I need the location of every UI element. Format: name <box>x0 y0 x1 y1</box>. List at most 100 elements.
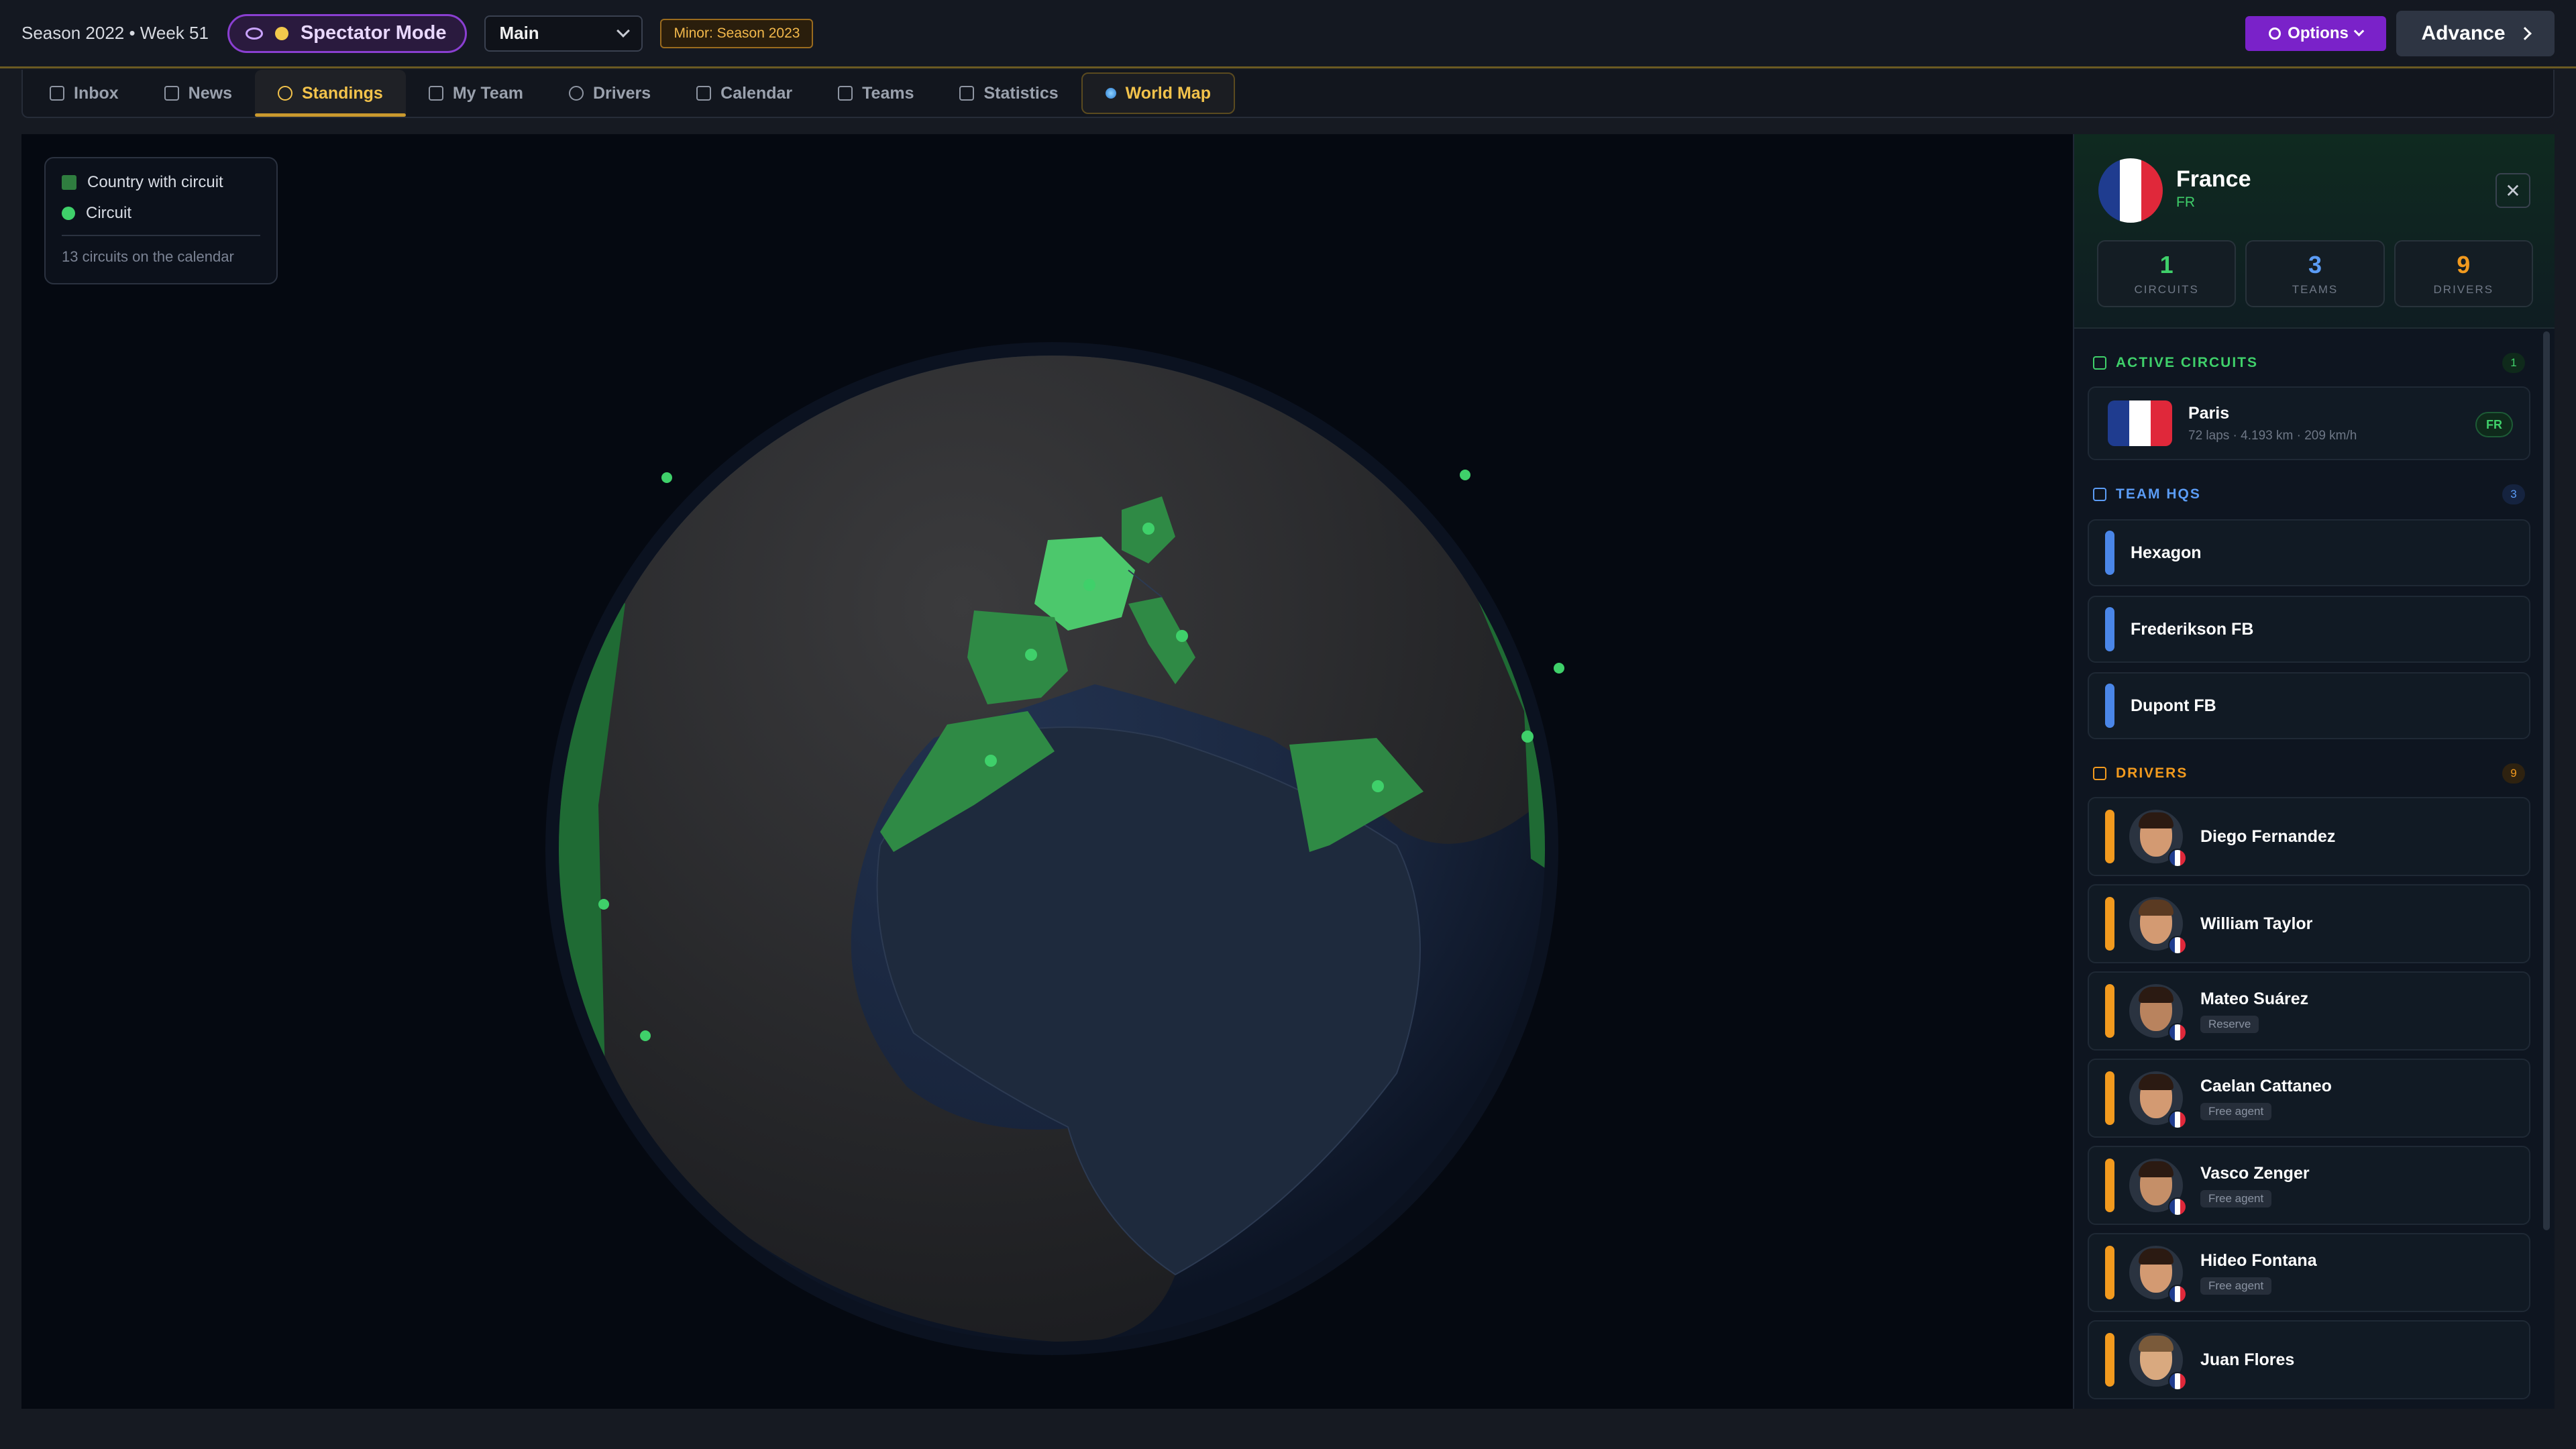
driver-name: William Taylor <box>2200 914 2313 933</box>
team-card[interactable]: Hexagon <box>2088 519 2530 586</box>
tab-my-team[interactable]: My Team <box>406 70 546 117</box>
tab-label: Calendar <box>720 83 793 103</box>
circuit-marker[interactable] <box>661 472 672 483</box>
calendar-icon <box>696 86 712 101</box>
driver-color-bar <box>2105 1246 2114 1299</box>
minor-season-text: Minor: Season 2023 <box>674 25 800 41</box>
circuit-marker[interactable] <box>1521 731 1534 743</box>
tab-standings[interactable]: Standings <box>254 70 406 117</box>
legend-divider <box>62 235 260 236</box>
tab-label: World Map <box>1125 83 1211 103</box>
avatar <box>2129 1071 2187 1129</box>
country-detail-panel: France FR ✕ 1 CIRCUITS 3 TEAMS 9 DRIVERS AC… <box>2073 134 2555 1409</box>
tab-drivers[interactable]: Drivers <box>546 70 674 117</box>
avatar <box>2129 1246 2187 1303</box>
driver-name: Caelan Cattaneo <box>2200 1076 2332 1095</box>
circuit-marker-paris[interactable] <box>1083 579 1095 591</box>
tab-calendar[interactable]: Calendar <box>674 70 815 117</box>
tab-label: Standings <box>301 83 383 103</box>
driver-card[interactable]: Vasco Zenger Free agent <box>2088 1146 2530 1225</box>
driver-color-bar <box>2105 810 2114 863</box>
circuit-marker[interactable] <box>1176 630 1188 642</box>
france-flag-icon <box>2098 158 2163 223</box>
tab-label: Statistics <box>983 83 1059 103</box>
advance-button[interactable]: Advance <box>2396 11 2555 56</box>
tab-teams[interactable]: Teams <box>815 70 936 117</box>
map-legend: Country with circuit Circuit 13 circuits… <box>44 157 278 284</box>
avatar <box>2129 1159 2187 1216</box>
stat-value: 3 <box>2308 251 2322 278</box>
legend-circuit-label: Circuit <box>86 204 132 222</box>
circuit-card-paris[interactable]: Paris 72 laps · 4.193 km · 209 km/h FR <box>2088 386 2530 460</box>
avatar <box>2129 897 2187 955</box>
globe-canvas[interactable] <box>21 134 2074 1409</box>
circuit-marker[interactable] <box>1142 523 1155 535</box>
france-flag-icon <box>2168 1285 2187 1303</box>
tab-inbox[interactable]: Inbox <box>27 70 142 117</box>
circuit-marker[interactable] <box>1372 780 1384 792</box>
circuit-marker[interactable] <box>985 755 997 767</box>
tab-news[interactable]: News <box>142 70 255 117</box>
tab-statistics[interactable]: Statistics <box>936 70 1081 117</box>
world-map-view[interactable]: Country with circuit Circuit 13 circuits… <box>21 134 2074 1409</box>
legend-circuit-row: Circuit <box>62 204 260 223</box>
circuit-dot-icon <box>62 207 75 220</box>
stat-label: DRIVERS <box>2433 283 2494 296</box>
active-circuits-header: ACTIVE CIRCUITS 1 <box>2088 347 2530 378</box>
team-color-bar <box>2105 531 2114 575</box>
team-card[interactable]: Dupont FB <box>2088 672 2530 739</box>
team-name: Hexagon <box>2131 543 2202 562</box>
driver-name: Vasco Zenger <box>2200 1163 2310 1183</box>
driver-name: Mateo Suárez <box>2200 989 2309 1008</box>
country-swatch <box>62 175 76 190</box>
france-flag-icon <box>2168 849 2187 867</box>
driver-card[interactable]: Diego Fernandez <box>2088 797 2530 876</box>
country-name: France <box>2176 166 2251 192</box>
options-button[interactable]: Options <box>2245 16 2386 51</box>
tab-world-map[interactable]: World Map <box>1081 72 1235 114</box>
top-bar: Season 2022 • Week 51 Spectator Mode Mai… <box>0 0 2576 68</box>
driver-status-tag: Free agent <box>2200 1189 2272 1208</box>
legend-country-label: Country with circuit <box>87 173 223 191</box>
close-panel-button[interactable]: ✕ <box>2496 173 2530 208</box>
team-name: Dupont FB <box>2131 696 2216 715</box>
options-label: Options <box>2288 24 2349 42</box>
circuit-marker[interactable] <box>1025 649 1037 661</box>
circuit-name: Paris <box>2188 403 2230 423</box>
legend-summary: 13 circuits on the calendar <box>62 248 234 265</box>
circuit-marker[interactable] <box>1554 663 1564 674</box>
team-name: Frederikson FB <box>2131 619 2254 639</box>
tab-label: Drivers <box>592 83 651 103</box>
team-card[interactable]: Frederikson FB <box>2088 596 2530 663</box>
section-count: 1 <box>2502 353 2525 373</box>
wrench-icon <box>838 86 853 101</box>
france-flag-icon <box>2168 1023 2187 1042</box>
circuit-marker[interactable] <box>598 899 609 910</box>
driver-card[interactable]: Caelan Cattaneo Free agent <box>2088 1059 2530 1138</box>
driver-card[interactable]: Mateo Suárez Reserve <box>2088 971 2530 1051</box>
france-flag-icon <box>2168 1197 2187 1216</box>
driver-card[interactable]: Hideo Fontana Free agent <box>2088 1233 2530 1312</box>
circuit-marker[interactable] <box>640 1030 651 1041</box>
save-select[interactable]: Main <box>484 15 643 52</box>
stat-teams: 3 TEAMS <box>2245 240 2385 307</box>
driver-card[interactable]: William Taylor <box>2088 884 2530 963</box>
country-stats: 1 CIRCUITS 3 TEAMS 9 DRIVERS <box>2097 240 2533 307</box>
circuit-details: 72 laps · 4.193 km · 209 km/h <box>2188 428 2357 443</box>
section-count: 9 <box>2502 763 2525 784</box>
stat-value: 9 <box>2457 251 2471 278</box>
circuit-marker[interactable] <box>1460 470 1470 480</box>
spectator-mode-button[interactable]: Spectator Mode <box>227 13 468 53</box>
team-hqs-header: TEAM HQS 3 <box>2088 479 2530 510</box>
chevron-down-icon <box>2353 25 2365 36</box>
news-icon <box>164 86 179 101</box>
panel-scrollbar[interactable] <box>2543 331 2550 1230</box>
user-icon <box>428 86 443 101</box>
driver-card[interactable]: Juan Flores <box>2088 1320 2530 1399</box>
driver-status-tag: Free agent <box>2200 1277 2272 1295</box>
driver-color-bar <box>2105 1071 2114 1125</box>
chevron-down-icon <box>616 23 631 38</box>
driver-color-bar <box>2105 1333 2114 1387</box>
season-week-label: Season 2022 • Week 51 <box>21 23 209 43</box>
main-tabs: Inbox News Standings My Team Drivers Cal… <box>21 70 2555 118</box>
